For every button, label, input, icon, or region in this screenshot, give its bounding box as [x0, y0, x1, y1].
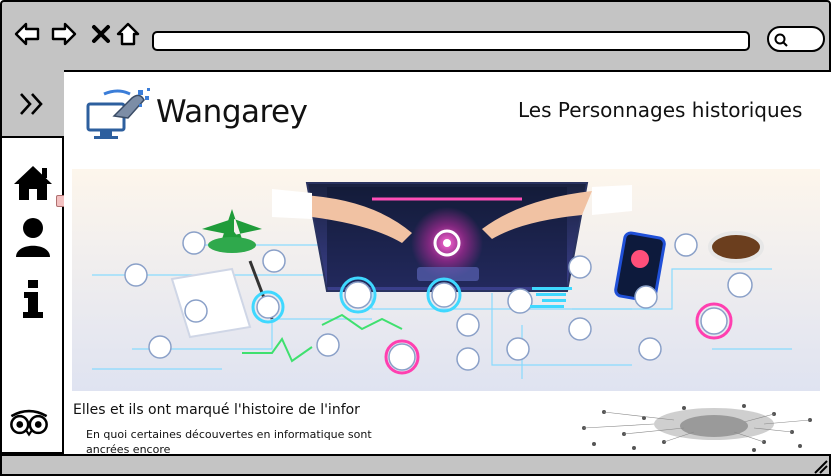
back-arrow-icon[interactable] — [14, 21, 40, 47]
info-icon[interactable] — [12, 278, 54, 320]
forward-arrow-icon[interactable] — [51, 21, 77, 47]
article-thumbnail[interactable] — [564, 398, 822, 454]
hero-image — [72, 169, 820, 391]
home-icon[interactable] — [12, 162, 54, 204]
sidebar-expand-button[interactable] — [2, 70, 64, 138]
user-icon[interactable] — [12, 216, 54, 258]
browser-toolbar — [0, 0, 831, 72]
close-x-icon[interactable] — [88, 21, 110, 47]
brand-name: Wangarey — [156, 94, 308, 130]
double-chevron-right-icon — [20, 93, 43, 115]
page-title: Les Personnages historiques — [518, 98, 803, 122]
home-outline-icon[interactable] — [115, 21, 141, 47]
article-title-link[interactable]: Elles et ils ont marqué l'histoire de l'… — [73, 402, 383, 418]
status-bar — [0, 454, 831, 476]
owl-icon[interactable] — [8, 401, 58, 443]
main-content: Wangarey Les Personnages historiques Ell… — [64, 70, 831, 454]
sidebar — [0, 70, 68, 454]
address-bar[interactable] — [152, 31, 750, 51]
resize-grip-icon[interactable] — [813, 460, 829, 474]
search-icon — [774, 33, 788, 47]
search-field[interactable] — [767, 26, 825, 52]
brand-logo — [84, 86, 154, 148]
article-subtitle: En quoi certaines découvertes en informa… — [86, 428, 372, 454]
